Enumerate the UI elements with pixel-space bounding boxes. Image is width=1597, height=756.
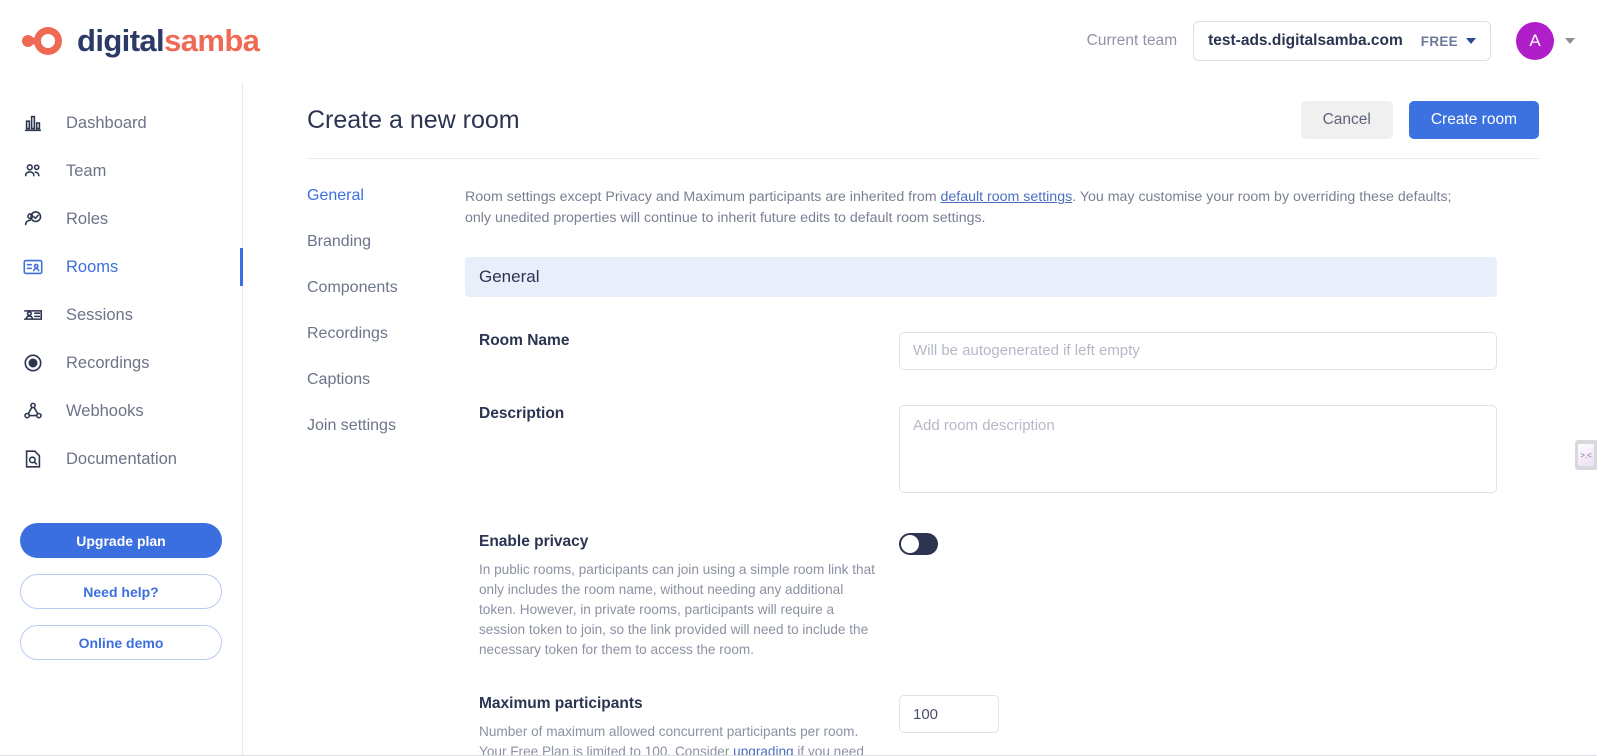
field-label-col: Maximum participants Number of maximum a… — [465, 695, 899, 756]
field-room-name: Room Name — [465, 331, 1497, 370]
brand-name-second: samba — [164, 23, 260, 58]
bar-chart-icon — [20, 110, 46, 136]
person-check-icon — [20, 206, 46, 232]
enable-privacy-help: In public rooms, participants can join u… — [479, 561, 875, 658]
sidebar-item-recordings[interactable]: Recordings — [0, 339, 242, 387]
page-header: Create a new room Cancel Create room — [243, 82, 1597, 158]
section-title: General — [479, 266, 540, 286]
sidebar-item-label: Team — [66, 161, 107, 180]
sidebar-item-label: Dashboard — [66, 113, 147, 132]
description-label: Description — [479, 404, 565, 422]
sidebar-item-dashboard[interactable]: Dashboard — [0, 99, 242, 147]
field-description: Description — [465, 404, 1497, 498]
tab-components[interactable]: Components — [307, 279, 465, 297]
sidebar-item-label: Sessions — [66, 305, 133, 324]
tab-join-settings[interactable]: Join settings — [307, 417, 465, 435]
team-plan-badge: FREE — [1420, 33, 1458, 49]
field-label-col: Enable privacy In public rooms, particip… — [465, 533, 899, 661]
chevron-down-icon — [1466, 38, 1476, 44]
max-participants-label: Maximum participants — [479, 695, 643, 713]
need-help-button[interactable]: Need help? — [20, 574, 222, 609]
digitalsamba-logo-icon — [22, 27, 62, 55]
max-participants-input[interactable] — [899, 695, 999, 734]
sidebar-item-label: Rooms — [66, 257, 119, 276]
enable-privacy-label: Enable privacy — [479, 532, 589, 550]
settings-body: General Branding Components Recordings C… — [243, 159, 1597, 756]
field-label-col: Room Name — [465, 332, 899, 370]
room-name-input[interactable] — [899, 331, 1497, 370]
webhook-icon — [20, 398, 46, 424]
current-team-label: Current team — [1086, 32, 1178, 49]
enable-privacy-toggle[interactable] — [899, 532, 938, 555]
sidebar-item-label: Documentation — [66, 449, 177, 468]
online-demo-button[interactable]: Online demo — [20, 625, 222, 660]
field-input-col — [899, 404, 1497, 498]
sidebar-item-team[interactable]: Team — [0, 147, 242, 195]
sidebar: Dashboard Team Roles Rooms Sessions Reco… — [0, 82, 243, 756]
page-title: Create a new room — [307, 105, 520, 134]
tab-branding[interactable]: Branding — [307, 233, 465, 251]
feedback-widget-tab[interactable]: >.< — [1575, 440, 1597, 470]
document-search-icon — [20, 446, 46, 472]
sidebar-actions: Upgrade plan Need help? Online demo — [0, 523, 242, 660]
id-card-icon — [20, 254, 46, 280]
sidebar-item-documentation[interactable]: Documentation — [0, 435, 242, 483]
avatar[interactable]: A — [1516, 22, 1554, 60]
create-room-button[interactable]: Create room — [1408, 101, 1539, 139]
team-selector[interactable]: test-ads.digitalsamba.com FREE — [1193, 21, 1491, 61]
sidebar-item-roles[interactable]: Roles — [0, 195, 242, 243]
page-actions: Cancel Create room — [1300, 101, 1539, 139]
record-circle-icon — [20, 350, 46, 376]
brand-name-first: digital — [77, 23, 165, 58]
settings-tab-list: General Branding Components Recordings C… — [243, 187, 465, 756]
tab-general[interactable]: General — [307, 187, 465, 205]
sidebar-nav: Dashboard Team Roles Rooms Sessions Reco… — [0, 82, 243, 483]
sidebar-item-sessions[interactable]: Sessions — [0, 291, 242, 339]
sidebar-item-label: Recordings — [66, 353, 150, 372]
header-right-group: Current team test-ads.digitalsamba.com F… — [1087, 21, 1575, 61]
avatar-chevron-down-icon[interactable] — [1565, 38, 1575, 44]
field-label-col: Description — [465, 405, 899, 498]
feedback-widget-glyph: >.< — [1578, 444, 1594, 466]
sidebar-item-label: Roles — [66, 209, 109, 228]
field-enable-privacy: Enable privacy In public rooms, particip… — [465, 532, 1497, 661]
sidebar-item-rooms[interactable]: Rooms — [0, 243, 243, 291]
default-room-settings-link[interactable]: default room settings — [940, 189, 1072, 205]
app-root: digitalsamba Current team test-ads.digit… — [0, 0, 1597, 756]
contact-card-icon — [20, 302, 46, 328]
brand-wordmark: digitalsamba — [77, 23, 260, 59]
field-input-col — [899, 331, 1497, 370]
cancel-button[interactable]: Cancel — [1300, 101, 1393, 139]
top-header: digitalsamba Current team test-ads.digit… — [0, 0, 1597, 82]
tab-recordings[interactable]: Recordings — [307, 325, 465, 343]
brand-logo[interactable]: digitalsamba — [20, 23, 260, 59]
room-name-label: Room Name — [479, 331, 570, 349]
notice-text-part1: Room settings except Privacy and Maximum… — [465, 189, 941, 205]
inheritance-notice: Room settings except Privacy and Maximum… — [465, 187, 1475, 230]
sidebar-item-webhooks[interactable]: Webhooks — [0, 387, 242, 435]
max-participants-help: Number of maximum allowed concurrent par… — [479, 722, 877, 756]
description-textarea[interactable] — [899, 404, 1497, 493]
sidebar-item-label: Webhooks — [66, 401, 144, 420]
field-max-participants: Maximum participants Number of maximum a… — [465, 695, 1497, 756]
toggle-knob — [901, 534, 919, 553]
settings-panel: Room settings except Privacy and Maximum… — [465, 187, 1597, 756]
upgrade-plan-button[interactable]: Upgrade plan — [20, 523, 222, 558]
main-content: Create a new room Cancel Create room Gen… — [243, 82, 1597, 756]
field-input-col — [899, 695, 1497, 756]
people-icon — [20, 158, 46, 184]
field-input-col — [899, 532, 1497, 661]
tab-captions[interactable]: Captions — [307, 371, 465, 389]
general-section-header: General — [465, 256, 1497, 297]
team-name: test-ads.digitalsamba.com — [1208, 32, 1403, 49]
